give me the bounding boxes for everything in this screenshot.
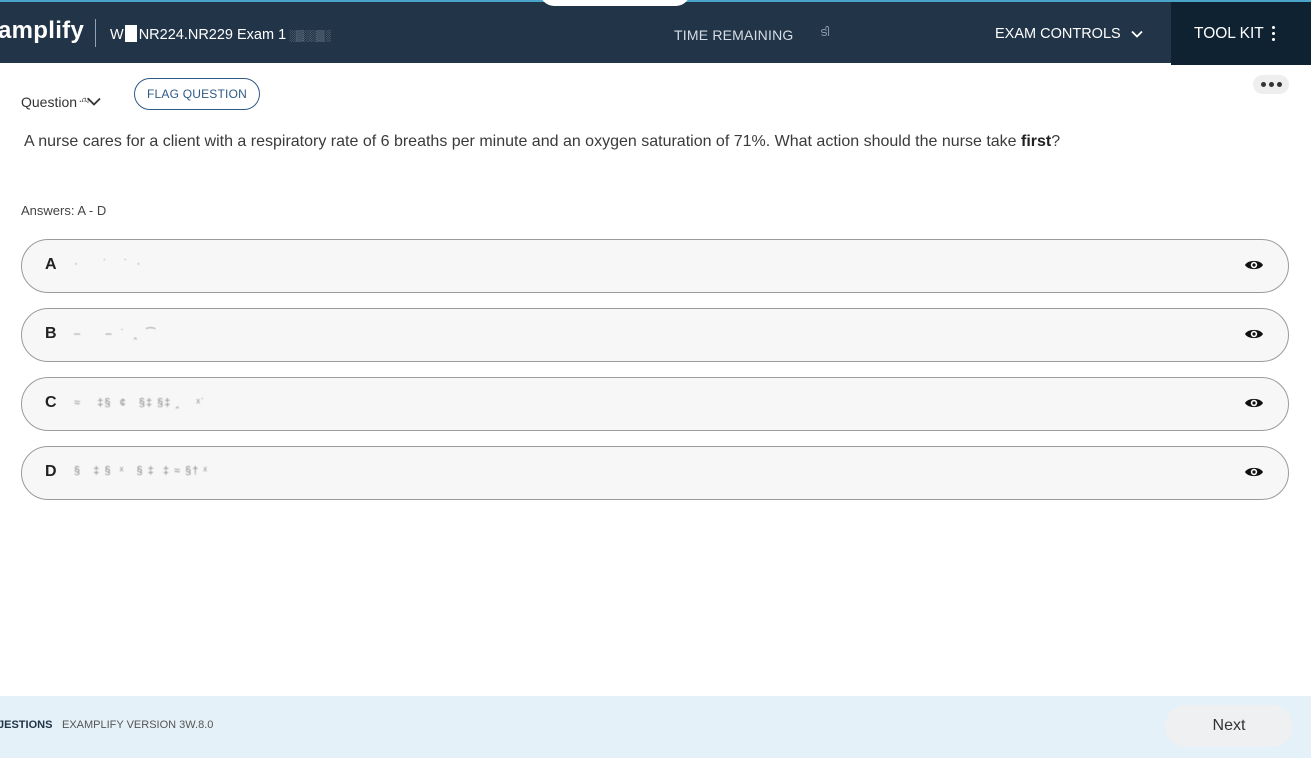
exam-controls-label: EXAM CONTROLS bbox=[995, 26, 1121, 42]
exam-title-scribble: ░▒░░▒░ bbox=[289, 30, 331, 42]
logo-divider bbox=[95, 19, 96, 47]
option-text: ≈ ‡§ ¢ §‡ §‡ ‸ ˣ˙ bbox=[74, 397, 206, 409]
eye-icon[interactable] bbox=[1244, 327, 1264, 341]
flag-question-button[interactable]: FLAG QUESTION bbox=[134, 78, 260, 110]
exam-title-prefix: W bbox=[110, 27, 124, 43]
eye-icon[interactable] bbox=[1244, 465, 1264, 479]
option-letter: C bbox=[45, 394, 57, 411]
app-logo: amplify bbox=[0, 17, 85, 44]
header-notch bbox=[540, 0, 690, 6]
exam-controls-button[interactable]: EXAM CONTROLS bbox=[995, 26, 1143, 42]
question-label: Question bbox=[21, 93, 78, 110]
option-letter: B bbox=[45, 325, 57, 342]
exam-title-text: NR224.NR229 Exam 1 bbox=[138, 27, 287, 43]
chevron-down-icon bbox=[87, 97, 101, 106]
answers-label: Answers: A - D bbox=[21, 203, 107, 218]
ellipsis-icon[interactable] bbox=[1253, 75, 1289, 94]
answer-option-c[interactable]: C ≈ ‡§ ¢ §‡ §‡ ‸ ˣ˙ bbox=[21, 377, 1289, 431]
questions-link[interactable]: JESTIONS bbox=[0, 719, 52, 731]
chevron-down-icon bbox=[1131, 30, 1143, 38]
top-header-bar: amplify W NR224.NR229 Exam 1 ░▒░░▒░ TIME R… bbox=[0, 0, 1311, 65]
redaction-block bbox=[124, 25, 137, 42]
question-stem-emphasis: first bbox=[1021, 133, 1052, 150]
tool-kit-button[interactable]: TOOL KIT bbox=[1171, 2, 1311, 65]
footer-bar: JESTIONS EXAMPLIFY VERSION 3W.8.0 Next bbox=[0, 696, 1311, 758]
answer-option-a[interactable]: A · ˙ ˙ · bbox=[21, 239, 1289, 293]
kebab-menu-icon bbox=[1271, 26, 1275, 41]
question-selector[interactable]: Question .ླ. bbox=[21, 86, 101, 117]
version-text: EXAMPLIFY VERSION 3W.8.0 bbox=[62, 719, 214, 731]
answer-option-d[interactable]: D § ‡ § ˣ § ‡ ‡ ≈ §† ˣ bbox=[21, 446, 1289, 500]
option-letter: D bbox=[45, 463, 57, 480]
option-text: · ˙ ˙ · bbox=[74, 258, 142, 270]
tool-kit-label: TOOL KIT bbox=[1194, 24, 1264, 42]
question-stem: A nurse cares for a client with a respir… bbox=[24, 133, 1060, 151]
answer-option-b[interactable]: B – – ˙ ‸ ⁀ bbox=[21, 308, 1289, 362]
option-text: § ‡ § ˣ § ‡ ‡ ≈ §† ˣ bbox=[74, 465, 209, 477]
option-letter: A bbox=[45, 256, 57, 273]
next-button[interactable]: Next bbox=[1165, 705, 1293, 747]
eye-icon[interactable] bbox=[1244, 258, 1264, 272]
question-stem-end: ? bbox=[1051, 133, 1061, 150]
question-number-scribble: .ླ. bbox=[79, 93, 84, 105]
option-text: – – ˙ ‸ ⁀ bbox=[74, 328, 157, 340]
time-remaining-value: ടി bbox=[820, 25, 830, 39]
time-remaining-label: TIME REMAINING bbox=[674, 27, 794, 43]
exam-title: W NR224.NR229 Exam 1 ░▒░░▒░ bbox=[110, 25, 331, 43]
question-stem-text: A nurse cares for a client with a respir… bbox=[24, 133, 1021, 150]
eye-icon[interactable] bbox=[1244, 396, 1264, 410]
